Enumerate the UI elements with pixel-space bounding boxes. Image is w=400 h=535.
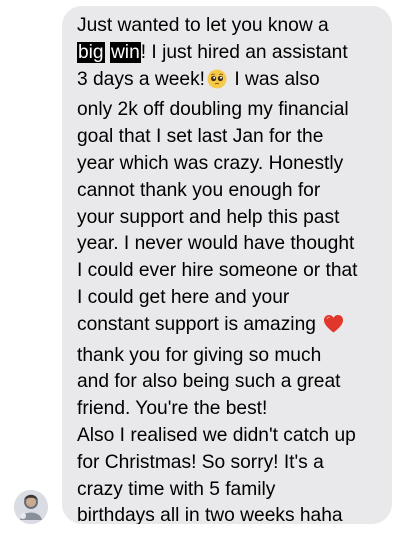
pleading-face-emoji-icon [207,69,227,98]
message-line: only 2k off doubling my financial [77,99,349,121]
message-line: big win! I just hired an assistant [77,40,380,67]
message-thread: Just wanted to let you know a big win! I… [0,0,400,535]
message-line: year. I never would have thought [77,233,355,255]
message-line: for Christmas! So sorry! It's a [77,451,324,473]
message-line: Just wanted to let you know a [77,15,329,36]
message-line: I could get here and your [77,286,290,308]
message-line: year which was crazy. Honestly [77,152,344,174]
message-line: crazy time with 5 family [77,478,276,500]
message-text: constant support is amazing [77,313,316,335]
message-line: cannot thank you enough for [77,179,321,201]
message-line: goal that I set last Jan for the [77,126,324,148]
red-heart-emoji-icon [323,314,344,343]
message-line: friend. You're the best! [77,398,268,420]
message-line: thank you for giving so much [77,344,322,366]
message-text: 3 days a week! [77,68,205,90]
sender-avatar[interactable] [14,490,48,524]
message-line: 3 days a week! I was also [77,67,380,98]
message-line: your support and help this past [77,206,340,228]
highlighted-text: big [77,41,105,63]
message-line: and for also being such a great [77,371,341,393]
highlighted-text: win [109,41,141,63]
message-line: Also I realised we didn't catch up [77,424,356,446]
message-line: I could ever hire someone or that [77,260,358,282]
profile-photo-icon [14,490,48,524]
message-text: I was also [234,68,320,90]
message-line: birthdays all in two weeks haha [77,505,343,524]
message-bubble[interactable]: Just wanted to let you know a big win! I… [62,6,392,524]
message-text: ! I just hired an assistant [140,41,348,63]
message-line: constant support is amazing [77,312,380,343]
